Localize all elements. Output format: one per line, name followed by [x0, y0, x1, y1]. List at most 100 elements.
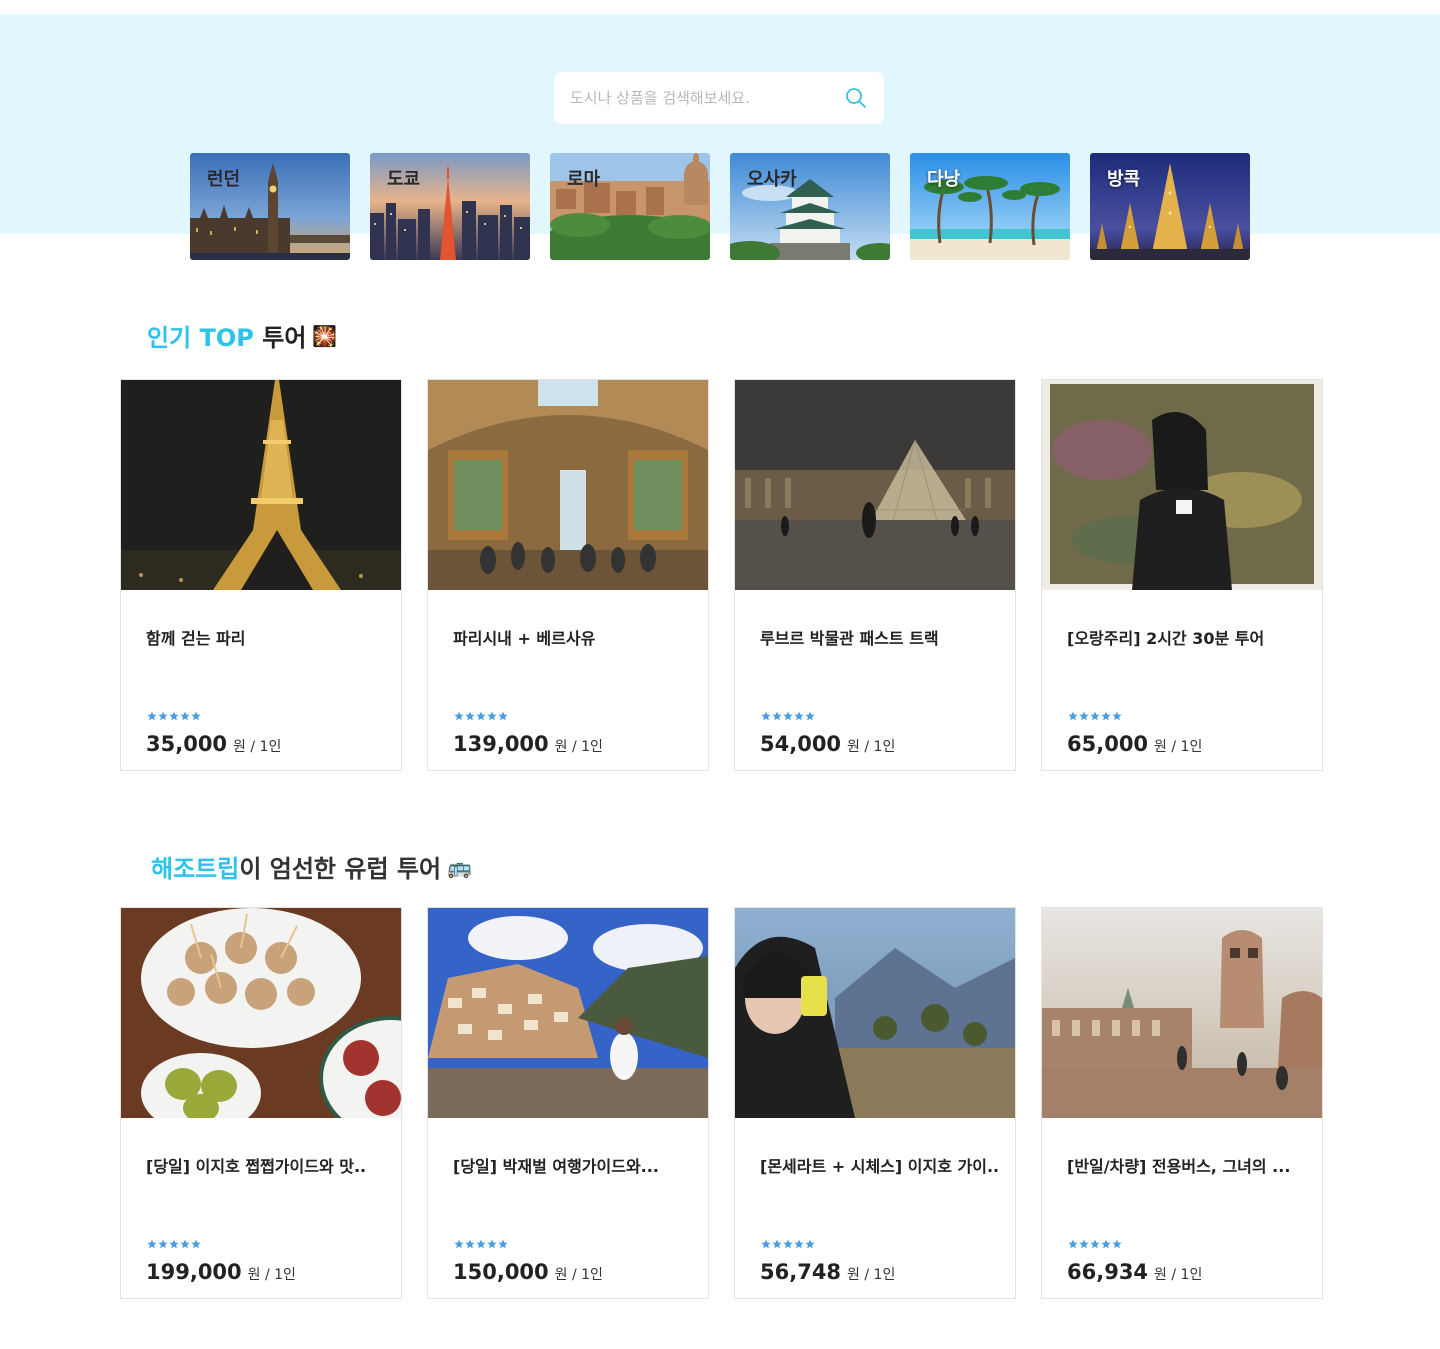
section-title-popular: 인기 TOP 투어 🎇	[147, 318, 337, 353]
search-bar[interactable]	[554, 72, 884, 124]
versailles-image	[428, 380, 708, 590]
tour-title: 파리시내 + 베르사유	[453, 629, 596, 648]
city-card-danang[interactable]: 다낭	[910, 153, 1070, 260]
city-list: 런던 도쿄 로마 오사카 다낭 방콕	[190, 153, 1250, 260]
tour-card[interactable]: 루브르 박물관 패스트 트랙 54,000 원 / 1인	[734, 379, 1016, 771]
price-unit: 원 / 1인	[554, 739, 603, 755]
tour-title: [오랑주리] 2시간 30분 투어	[1067, 629, 1265, 648]
tour-price: 56,748 원 / 1인	[760, 1260, 895, 1284]
positano-image	[428, 908, 708, 1118]
rating-stars	[454, 1239, 508, 1249]
tour-card[interactable]: [당일] 박재벌 여행가이드와... 150,000 원 / 1인	[427, 907, 709, 1299]
tour-card[interactable]: [당일] 이지호 쩝쩝가이드와 맛.. 199,000 원 / 1인	[120, 907, 402, 1299]
star-icon	[180, 1239, 190, 1249]
montserrat-image	[735, 908, 1015, 1118]
city-label: 방콕	[1107, 169, 1141, 190]
section-title-highlight: 인기 TOP	[147, 324, 254, 352]
star-icon	[805, 711, 815, 721]
star-icon	[476, 1239, 486, 1249]
star-icon	[1090, 711, 1100, 721]
star-icon	[487, 1239, 497, 1249]
tour-card[interactable]: 함께 걷는 파리 35,000 원 / 1인	[120, 379, 402, 771]
rating-stars	[147, 1239, 201, 1249]
tour-card[interactable]: [몬세라트 + 시체스] 이지호 가이.. 56,748 원 / 1인	[734, 907, 1016, 1299]
tour-card[interactable]: 파리시내 + 베르사유 139,000 원 / 1인	[427, 379, 709, 771]
star-icon	[465, 1239, 475, 1249]
price-unit: 원 / 1인	[847, 739, 896, 755]
star-icon	[158, 711, 168, 721]
tour-card[interactable]: [오랑주리] 2시간 30분 투어 65,000 원 / 1인	[1041, 379, 1323, 771]
price-value: 54,000	[760, 732, 842, 756]
star-icon	[498, 1239, 508, 1249]
star-icon	[487, 711, 497, 721]
city-label: 다낭	[927, 169, 961, 190]
star-icon	[761, 711, 771, 721]
city-label: 오사카	[747, 169, 797, 190]
star-icon	[1079, 1239, 1089, 1249]
tour-card[interactable]: [반일/차량] 전용버스, 그녀의 ... 66,934 원 / 1인	[1041, 907, 1323, 1299]
price-unit: 원 / 1인	[847, 1267, 896, 1283]
price-unit: 원 / 1인	[247, 1267, 296, 1283]
star-icon	[476, 711, 486, 721]
star-icon	[783, 711, 793, 721]
price-unit: 원 / 1인	[554, 1267, 603, 1283]
tour-title: [당일] 박재벌 여행가이드와...	[453, 1157, 659, 1176]
star-icon	[191, 711, 201, 721]
tour-price: 199,000 원 / 1인	[146, 1260, 296, 1284]
price-value: 56,748	[760, 1260, 842, 1284]
star-icon	[454, 711, 464, 721]
bus-icon: 🚌	[447, 854, 472, 879]
price-value: 139,000	[453, 732, 549, 756]
star-icon	[772, 1239, 782, 1249]
section-title-rest: 투어	[253, 324, 307, 352]
city-card-london[interactable]: 런던	[190, 153, 350, 260]
rating-stars	[147, 711, 201, 721]
price-value: 66,934	[1067, 1260, 1149, 1284]
tour-title: 함께 걷는 파리	[146, 629, 246, 648]
star-icon	[465, 711, 475, 721]
eiffel-tower-image	[121, 380, 401, 590]
star-icon	[191, 1239, 201, 1249]
tour-title: [몬세라트 + 시체스] 이지호 가이..	[760, 1157, 1000, 1176]
city-card-bangkok[interactable]: 방콕	[1090, 153, 1250, 260]
star-icon	[1068, 1239, 1078, 1249]
star-icon	[1112, 1239, 1122, 1249]
star-icon	[498, 711, 508, 721]
rating-stars	[454, 711, 508, 721]
star-icon	[772, 711, 782, 721]
casa-mila-image	[1042, 908, 1322, 1118]
search-icon[interactable]	[844, 86, 868, 110]
city-card-rome[interactable]: 로마	[550, 153, 710, 260]
section-title-picked: 해조트립 이 엄선한 유럽 투어 🚌	[151, 849, 472, 884]
star-icon	[1090, 1239, 1100, 1249]
star-icon	[169, 711, 179, 721]
tour-price: 35,000 원 / 1인	[146, 732, 281, 756]
rating-stars	[761, 711, 815, 721]
star-icon	[794, 711, 804, 721]
star-icon	[805, 1239, 815, 1249]
tour-price: 150,000 원 / 1인	[453, 1260, 603, 1284]
star-icon	[147, 711, 157, 721]
star-icon	[1112, 711, 1122, 721]
star-icon	[761, 1239, 771, 1249]
star-icon	[794, 1239, 804, 1249]
star-icon	[454, 1239, 464, 1249]
tour-price: 66,934 원 / 1인	[1067, 1260, 1202, 1284]
search-input[interactable]	[570, 89, 844, 107]
city-card-osaka[interactable]: 오사카	[730, 153, 890, 260]
star-icon	[147, 1239, 157, 1249]
section-title-highlight: 해조트립	[151, 855, 240, 883]
star-icon	[158, 1239, 168, 1249]
tour-title: 루브르 박물관 패스트 트랙	[760, 629, 939, 648]
price-unit: 원 / 1인	[1154, 1267, 1203, 1283]
rating-stars	[1068, 711, 1122, 721]
star-icon	[180, 711, 190, 721]
price-value: 35,000	[146, 732, 228, 756]
price-value: 150,000	[453, 1260, 549, 1284]
city-label: 런던	[207, 169, 241, 190]
star-icon	[169, 1239, 179, 1249]
price-unit: 원 / 1인	[1154, 739, 1203, 755]
city-card-tokyo[interactable]: 도쿄	[370, 153, 530, 260]
fireworks-icon: 🎇	[312, 323, 338, 348]
price-value: 199,000	[146, 1260, 242, 1284]
